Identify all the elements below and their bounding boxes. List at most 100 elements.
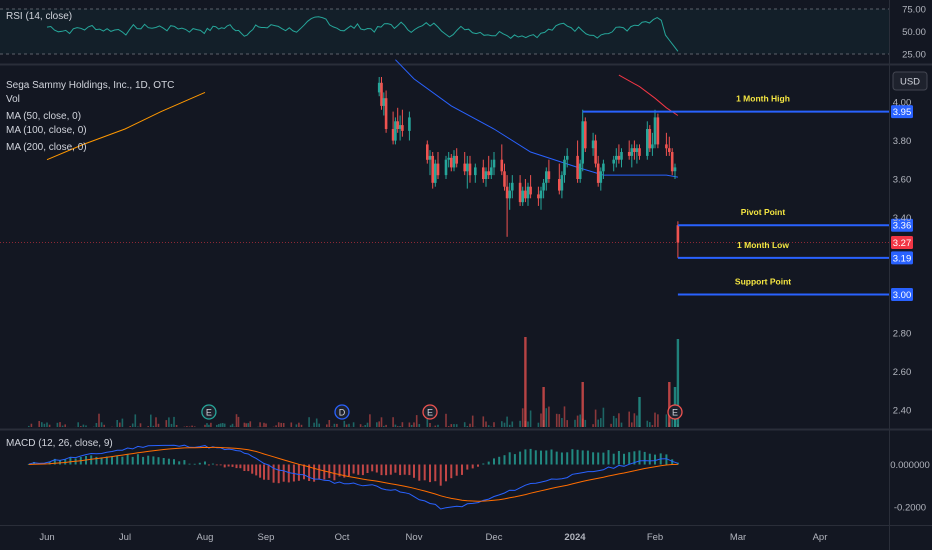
volume-bar xyxy=(188,426,191,427)
macd-histogram-bar xyxy=(223,464,226,468)
candle-body xyxy=(474,167,477,176)
candle-body xyxy=(463,163,466,172)
macd-histogram-bar xyxy=(227,464,230,467)
macd-histogram-bar xyxy=(131,456,134,465)
macd-histogram-bar xyxy=(503,455,506,465)
volume-bar xyxy=(453,424,455,427)
volume-bar xyxy=(191,425,193,427)
volume-bar xyxy=(385,424,387,427)
volume-bar xyxy=(487,425,490,427)
time-axis-label: 2024 xyxy=(564,532,586,543)
volume-bar xyxy=(131,423,134,427)
volume-bar xyxy=(508,424,511,427)
volume-bar xyxy=(521,408,524,427)
volume-bar xyxy=(633,413,636,427)
volume-bar xyxy=(290,422,293,427)
volume-bar xyxy=(326,424,328,427)
macd-histogram-bar xyxy=(147,455,150,465)
macd-histogram-bar xyxy=(545,450,548,465)
volume-bar xyxy=(563,406,566,427)
candle-body xyxy=(602,163,605,172)
volume-bar xyxy=(204,424,206,427)
volume-bar xyxy=(561,418,563,427)
volume-bar xyxy=(247,423,250,427)
macd-histogram-bar xyxy=(111,456,113,465)
volume-bar xyxy=(343,420,346,427)
price-chart[interactable]: 75.00 50.00 25.00 E D E E 1 Month High 3.95 Pivot… xyxy=(0,0,932,550)
macd-histogram-bar xyxy=(508,452,511,465)
candle-body xyxy=(596,163,600,183)
volume-bar xyxy=(206,423,208,427)
candle-body xyxy=(503,171,506,187)
candle-body xyxy=(431,155,434,183)
macd-histogram-bar xyxy=(498,456,501,465)
volume-bar xyxy=(155,417,157,427)
macd-histogram-bar xyxy=(439,464,442,486)
volume-bar xyxy=(282,423,285,427)
volume-bar xyxy=(150,414,152,427)
candle-body xyxy=(578,163,582,179)
macd-histogram-bar xyxy=(352,464,355,474)
volume-bar xyxy=(649,422,651,427)
volume-bar xyxy=(646,420,649,427)
volume-bar xyxy=(615,418,618,427)
macd-histogram-bar xyxy=(638,450,641,465)
macd-histogram-bar xyxy=(375,464,378,473)
macd-histogram-bar xyxy=(328,464,331,479)
volume-bar xyxy=(231,423,234,427)
volume-bar xyxy=(46,422,48,427)
candle-body xyxy=(558,179,561,191)
volume-bar xyxy=(657,414,659,427)
volume-bar xyxy=(524,337,527,427)
macd-histogram-bar xyxy=(183,460,186,465)
candle-body xyxy=(670,152,674,172)
volume-bar xyxy=(469,423,471,427)
candle-body xyxy=(468,163,472,176)
volume-bar xyxy=(671,418,673,427)
candle-body xyxy=(466,163,469,172)
volume-bar xyxy=(280,422,282,427)
macd-histogram-bar xyxy=(357,464,360,475)
volume-bar xyxy=(413,422,415,427)
level-axis-value: 3.19 xyxy=(893,253,912,264)
rsi-legend: RSI (14, close) xyxy=(6,11,72,22)
volume-bar xyxy=(277,422,280,427)
macd-histogram-bar xyxy=(64,459,67,465)
macd-histogram-bar xyxy=(204,461,206,465)
candle-body xyxy=(526,186,530,199)
volume-bar xyxy=(471,415,474,427)
macd-histogram-bar xyxy=(493,458,495,465)
volume-bar xyxy=(668,382,671,427)
candle-body xyxy=(615,155,618,160)
volume-bar xyxy=(259,422,261,427)
candle-body xyxy=(646,129,649,156)
macd-histogram-bar xyxy=(167,458,170,465)
candle-body xyxy=(599,171,603,183)
event-marker-label: D xyxy=(339,408,346,418)
macd-histogram-bar xyxy=(399,464,402,476)
event-marker-label: E xyxy=(672,408,678,418)
macd-histogram-bar xyxy=(193,463,196,465)
candle-body xyxy=(524,190,527,199)
macd-histogram-bar xyxy=(243,464,246,471)
volume-bar xyxy=(450,424,453,427)
candle-body xyxy=(511,182,514,191)
macd-histogram-bar xyxy=(239,464,242,469)
volume-bar xyxy=(328,420,331,427)
volume-bar xyxy=(85,425,87,427)
volume-bar xyxy=(193,426,196,427)
volume-bar xyxy=(415,415,418,427)
candle-body xyxy=(576,155,579,179)
macd-histogram-bar xyxy=(162,458,165,465)
volume-bar xyxy=(602,407,605,427)
volume-bar xyxy=(537,422,540,427)
candle-body xyxy=(620,152,623,160)
volume-bar xyxy=(221,423,224,427)
candle-body xyxy=(545,171,548,183)
candle-body xyxy=(653,117,657,145)
volume-bar xyxy=(210,422,212,427)
volume-bar xyxy=(170,423,173,427)
macd-histogram-bar xyxy=(586,450,589,465)
macd-histogram-bar xyxy=(207,464,210,466)
volume-bar xyxy=(100,422,103,427)
